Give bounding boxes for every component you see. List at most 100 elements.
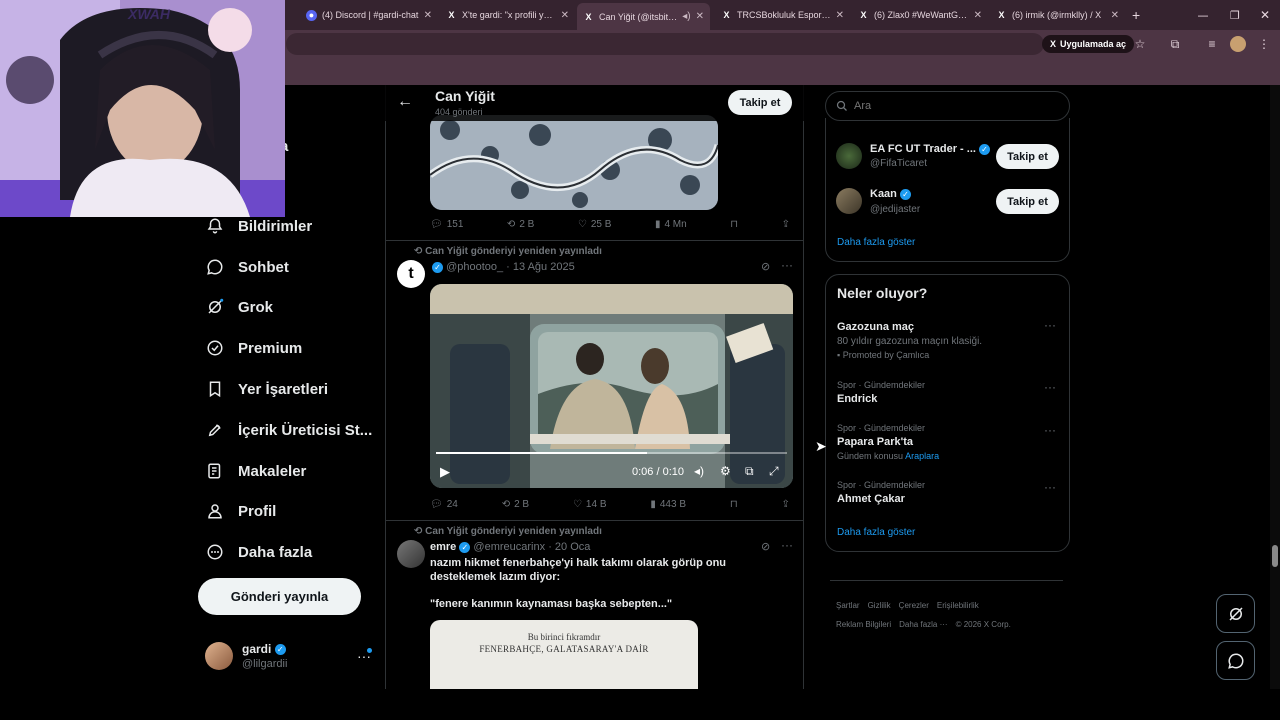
footer-link-ads-info[interactable]: Reklam Bilgileri — [836, 620, 891, 629]
user-name[interactable]: Kaan — [870, 188, 897, 200]
sidebar-item-premium[interactable]: Premium — [206, 339, 302, 357]
play-icon[interactable]: ▶ — [440, 464, 450, 480]
browser-tab[interactable]: X TRCSBokluluk Esports (@✕ — [715, 4, 850, 26]
account-switcher[interactable]: gardi ✓ @lilgardii ··· — [205, 642, 375, 674]
more-dots-icon[interactable]: ··· — [1044, 423, 1056, 437]
sidebar-item-articles[interactable]: Makaleler — [206, 462, 306, 480]
avatar[interactable] — [397, 540, 425, 568]
sidebar-item-profile[interactable]: Profil — [206, 502, 276, 520]
tweet-date[interactable]: 13 Ağu 2025 — [513, 261, 575, 273]
video-progress-track[interactable] — [436, 452, 787, 454]
more-dots-icon[interactable]: ··· — [781, 258, 793, 272]
follow-button[interactable]: Takip et — [728, 90, 792, 115]
pip-icon[interactable]: ⧉ — [745, 464, 754, 479]
sidebar-item-bookmarks[interactable]: Yer İşaretleri — [206, 380, 328, 398]
follow-button[interactable]: Takip et — [996, 189, 1059, 214]
like-button[interactable]: ♡ 14 B — [573, 499, 607, 510]
share-button[interactable]: ⇪ — [782, 219, 790, 230]
trend-topic-link[interactable]: Araplara — [905, 451, 939, 461]
media-control-icon[interactable]: ≡ — [1204, 36, 1220, 52]
url-field[interactable] — [286, 33, 1044, 55]
tweet-image[interactable]: Bu birinci fıkramdır FENERBAHÇE, GALATAS… — [430, 620, 698, 689]
trend-item[interactable]: Gazozuna maç 80 yıldır gazozuna maçın kl… — [837, 318, 1062, 360]
bookmark-button[interactable]: ⊓ — [730, 499, 738, 510]
avatar[interactable] — [836, 143, 862, 169]
bell-icon — [207, 218, 223, 234]
grok-floating-button[interactable] — [1216, 594, 1255, 633]
trend-item[interactable]: Spor · Gündemdekiler Papara Park'ta Günd… — [837, 423, 1062, 461]
bookmark-button[interactable]: ⊓ — [730, 219, 738, 230]
more-dots-icon[interactable]: ··· — [1044, 380, 1056, 394]
sidebar-item-notifications[interactable]: Bildirimler — [206, 217, 312, 235]
repost-button[interactable]: ⟲ 2 B — [507, 219, 534, 230]
tweet-date[interactable]: 20 Oca — [555, 541, 590, 553]
show-more-link[interactable]: Daha fazla göster — [837, 527, 915, 538]
messages-floating-button[interactable] — [1216, 641, 1255, 680]
tweet-handle[interactable]: @phootoo_ — [446, 261, 503, 273]
profile-avatar-icon[interactable] — [1230, 36, 1246, 52]
back-arrow-icon[interactable]: ← — [397, 93, 413, 111]
window-close-icon[interactable]: ✕ — [1254, 4, 1270, 26]
fullscreen-icon[interactable]: ⤢ — [769, 464, 779, 479]
user-name[interactable]: EA FC UT Trader - ... — [870, 143, 976, 155]
post-button[interactable]: Gönderi yayınla — [198, 578, 361, 615]
close-icon[interactable]: ✕ — [424, 10, 432, 21]
close-icon[interactable]: ✕ — [974, 10, 982, 21]
more-dots-icon[interactable]: ··· — [781, 538, 793, 552]
avatar[interactable]: t — [397, 260, 425, 288]
page-scrollbar[interactable] — [1270, 85, 1280, 689]
sidebar-item-grok[interactable]: Grok — [206, 298, 273, 316]
minimize-icon[interactable]: — — [1192, 4, 1208, 26]
search-bar[interactable] — [825, 91, 1070, 121]
open-in-app-button[interactable]: X Uygulamada aç — [1042, 35, 1135, 53]
scrollbar-thumb[interactable] — [1272, 545, 1278, 567]
speaker-icon[interactable]: ◂) — [682, 11, 690, 22]
reply-button[interactable]: 💬︎ 151 — [430, 219, 463, 230]
grok-icon[interactable]: ⊘ — [761, 260, 770, 273]
close-icon[interactable]: ✕ — [836, 10, 844, 21]
video-player[interactable]: ▶ 0:06 / 0:10 ◂) ⚙ ⧉ ⤢ — [430, 284, 793, 488]
star-icon[interactable]: ☆ — [1132, 36, 1148, 52]
more-dots-icon[interactable]: ··· — [1044, 480, 1056, 494]
share-button[interactable]: ⇪ — [782, 499, 790, 510]
footer-link-accessibility[interactable]: Erişilebilirlik — [937, 601, 979, 610]
footer-link-cookies[interactable]: Çerezler — [899, 601, 929, 610]
avatar[interactable] — [836, 188, 862, 214]
reply-icon: 💬︎ — [430, 499, 443, 510]
show-more-link[interactable]: Daha fazla göster — [837, 237, 915, 248]
new-tab-icon[interactable]: + — [1126, 4, 1144, 26]
grok-icon[interactable]: ⊘ — [761, 540, 770, 553]
browser-tab[interactable]: X (6) Zlax0 #WeWantGTA6 ✕ — [852, 4, 988, 26]
footer-link-more[interactable]: Daha fazla ··· — [899, 620, 947, 629]
reply-button[interactable]: 💬︎ 24 — [430, 499, 458, 510]
close-icon[interactable]: ✕ — [696, 11, 704, 22]
menu-dots-icon[interactable]: ⋮ — [1256, 36, 1272, 52]
trend-item[interactable]: Spor · Gündemdekiler Endrick ··· — [837, 380, 1062, 405]
search-input[interactable] — [854, 100, 1054, 112]
views-button[interactable]: ▮ 443 B — [650, 499, 686, 510]
more-dots-icon[interactable]: ··· — [1044, 318, 1056, 332]
tweet-image[interactable] — [430, 115, 718, 210]
sidebar-item-chat[interactable]: Sohbet — [206, 258, 289, 276]
tweet-handle[interactable]: @emreucarinx — [473, 541, 545, 553]
footer-link-privacy[interactable]: Gizlilik — [868, 601, 891, 610]
like-button[interactable]: ♡ 25 B — [578, 219, 612, 230]
close-icon[interactable]: ✕ — [1111, 10, 1119, 21]
close-icon[interactable]: ✕ — [561, 10, 569, 21]
browser-tab-active[interactable]: X Can Yiğit (@itsbitter) ◂) ✕ — [577, 3, 710, 30]
browser-tab[interactable]: X (6) irmik (@irmklly) / X ✕ — [990, 4, 1125, 26]
footer-link-terms[interactable]: Şartlar — [836, 601, 860, 610]
browser-tab[interactable]: ● (4) Discord | #gardi-chat ✕ — [300, 4, 438, 26]
sidebar-item-more[interactable]: Daha fazla — [206, 543, 312, 561]
tweet-author-name[interactable]: emre — [430, 541, 456, 553]
follow-button[interactable]: Takip et — [996, 144, 1059, 169]
browser-tab[interactable]: X X'te gardi: "x profili yorum"✕ — [440, 4, 575, 26]
settings-icon[interactable]: ⚙ — [720, 464, 731, 478]
repost-button[interactable]: ⟲ 2 B — [502, 499, 529, 510]
extensions-icon[interactable]: ⧉ — [1167, 36, 1183, 52]
sidebar-item-creator-studio[interactable]: İçerik Üreticisi St... — [206, 421, 372, 439]
trend-item[interactable]: Spor · Gündemdekiler Ahmet Çakar ··· — [837, 480, 1062, 505]
restore-icon[interactable]: ❐ — [1224, 4, 1240, 26]
views-button[interactable]: ▮ 4 Mn — [655, 219, 687, 230]
volume-icon[interactable]: ◂) — [694, 464, 704, 478]
